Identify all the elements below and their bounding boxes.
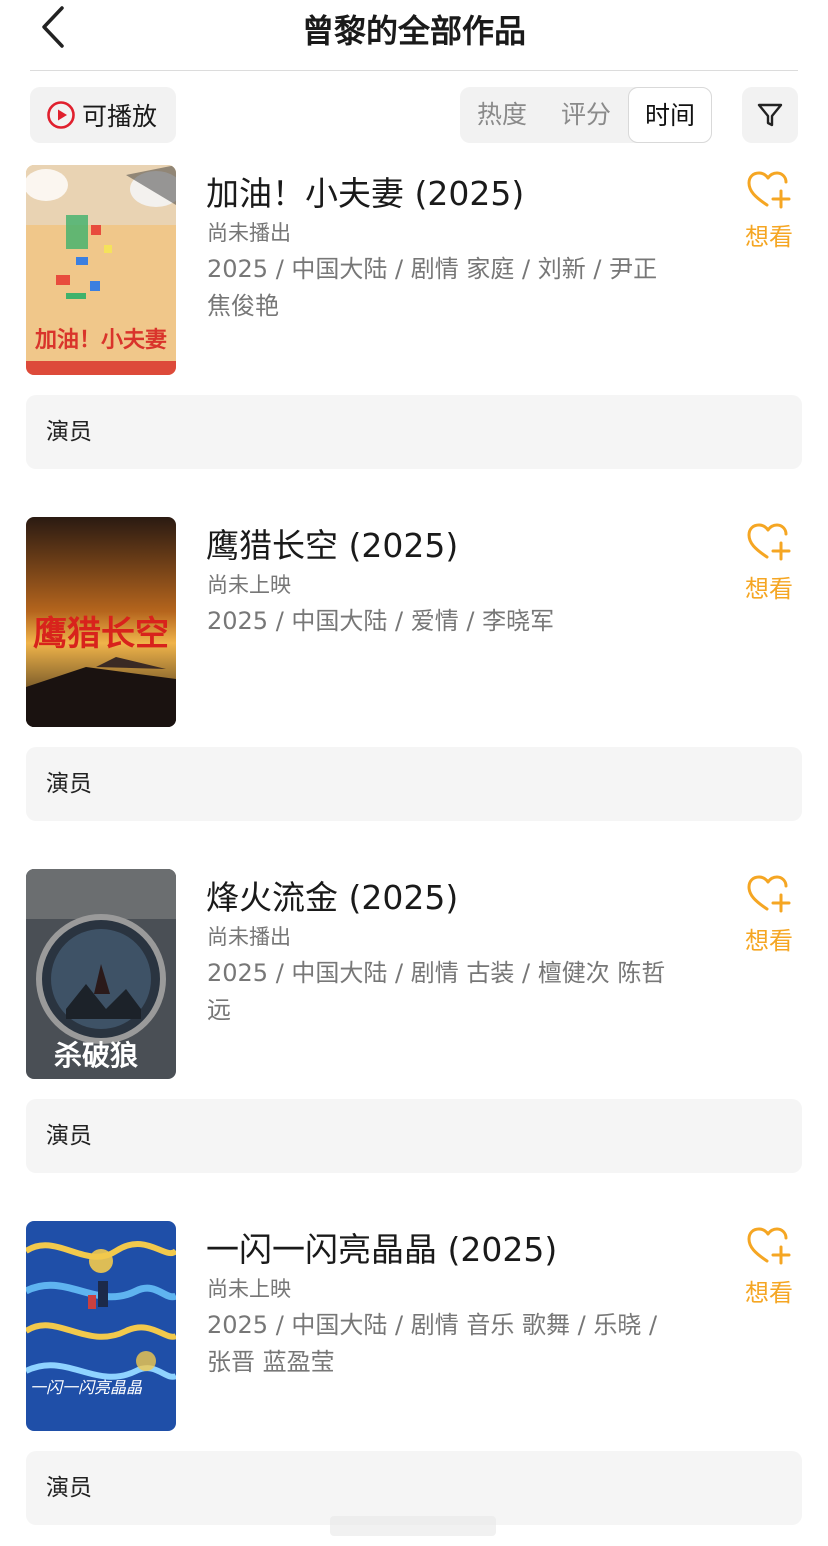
want-to-watch-button[interactable]: 想看 — [738, 1225, 800, 1315]
filter-button[interactable] — [742, 87, 798, 143]
sort-tab-rating[interactable]: 评分 — [544, 87, 628, 143]
work-title[interactable]: 烽火流金 (2025) — [206, 871, 458, 919]
work-meta: 2025 / 中国大陆 / 剧情 古装 / 檀健次 陈哲远 — [207, 959, 666, 1024]
playable-filter-label: 可播放 — [82, 102, 158, 131]
poster-image[interactable]: 鹰猎长空 — [26, 517, 176, 727]
heart-plus-icon — [747, 171, 791, 209]
poster-image[interactable]: 一闪一闪亮晶晶 — [26, 1221, 176, 1431]
work-title[interactable]: 一闪一闪亮晶晶 (2025) — [206, 1223, 557, 1271]
page-title: 曾黎的全部作品 — [301, 12, 526, 50]
header-divider — [30, 70, 798, 71]
work-meta: 2025 / 中国大陆 / 爱情 / 李晓军 — [207, 607, 555, 635]
want-to-watch-label: 想看 — [745, 927, 793, 955]
role-bar: 演员 — [26, 395, 802, 469]
funnel-icon — [757, 103, 783, 127]
poster-image[interactable]: 加油！小夫妻 — [26, 165, 176, 375]
header: 曾黎的全部作品 — [0, 0, 828, 70]
heart-plus-icon — [747, 875, 791, 913]
poster-title-text: 鹰猎长空 — [33, 614, 169, 654]
work-item[interactable]: 鹰猎长空 鹰猎长空 (2025) 尚未上映 2025 / 中国大陆 / 爱情 /… — [0, 517, 828, 825]
work-meta: 2025 / 中国大陆 / 剧情 音乐 歌舞 / 乐晓 / 张晋 蓝盈莹 — [207, 1311, 658, 1376]
want-to-watch-button[interactable]: 想看 — [738, 521, 800, 611]
work-item[interactable]: 加油！小夫妻 加油！小夫妻 (2025) 尚未播出 2025 / 中国大陆 / … — [0, 165, 828, 473]
work-status: 尚未播出 — [207, 221, 291, 245]
poster-title-text: 杀破狼 — [54, 1039, 138, 1072]
poster-title-text: 加油！小夫妻 — [34, 327, 167, 352]
want-to-watch-label: 想看 — [745, 575, 793, 603]
work-status: 尚未上映 — [207, 1277, 291, 1301]
heart-plus-icon — [747, 523, 791, 561]
want-to-watch-button[interactable]: 想看 — [738, 873, 800, 963]
playable-filter-button[interactable]: 可播放 — [30, 87, 176, 143]
work-title[interactable]: 加油！小夫妻 (2025) — [206, 167, 524, 215]
want-to-watch-label: 想看 — [745, 223, 793, 251]
work-status: 尚未播出 — [207, 925, 291, 949]
sort-tab-time[interactable]: 时间 — [628, 87, 712, 143]
filter-bar: 可播放 热度 评分 时间 — [0, 86, 828, 144]
work-meta: 2025 / 中国大陆 / 剧情 家庭 / 刘新 / 尹正 焦俊艳 — [207, 255, 658, 320]
role-bar: 演员 — [26, 1099, 802, 1173]
poster-image[interactable]: 杀破狼 — [26, 869, 176, 1079]
poster-title-text: 一闪一闪亮晶晶 — [30, 1378, 143, 1397]
work-item[interactable]: 杀破狼 烽火流金 (2025) 尚未播出 2025 / 中国大陆 / 剧情 古装… — [0, 869, 828, 1177]
work-title[interactable]: 鹰猎长空 (2025) — [206, 519, 458, 567]
work-status: 尚未上映 — [207, 573, 291, 597]
want-to-watch-label: 想看 — [745, 1279, 793, 1307]
watermark-bar — [330, 1514, 496, 1538]
heart-plus-icon — [747, 1227, 791, 1265]
sort-tab-popularity[interactable]: 热度 — [460, 87, 544, 143]
work-item[interactable]: 一闪一闪亮晶晶 一闪一闪亮晶晶 (2025) 尚未上映 2025 / 中国大陆 … — [0, 1221, 828, 1529]
sort-tab-group: 热度 评分 时间 — [460, 87, 712, 143]
role-bar: 演员 — [26, 747, 802, 821]
play-circle-icon — [47, 101, 75, 129]
want-to-watch-button[interactable]: 想看 — [738, 169, 800, 259]
